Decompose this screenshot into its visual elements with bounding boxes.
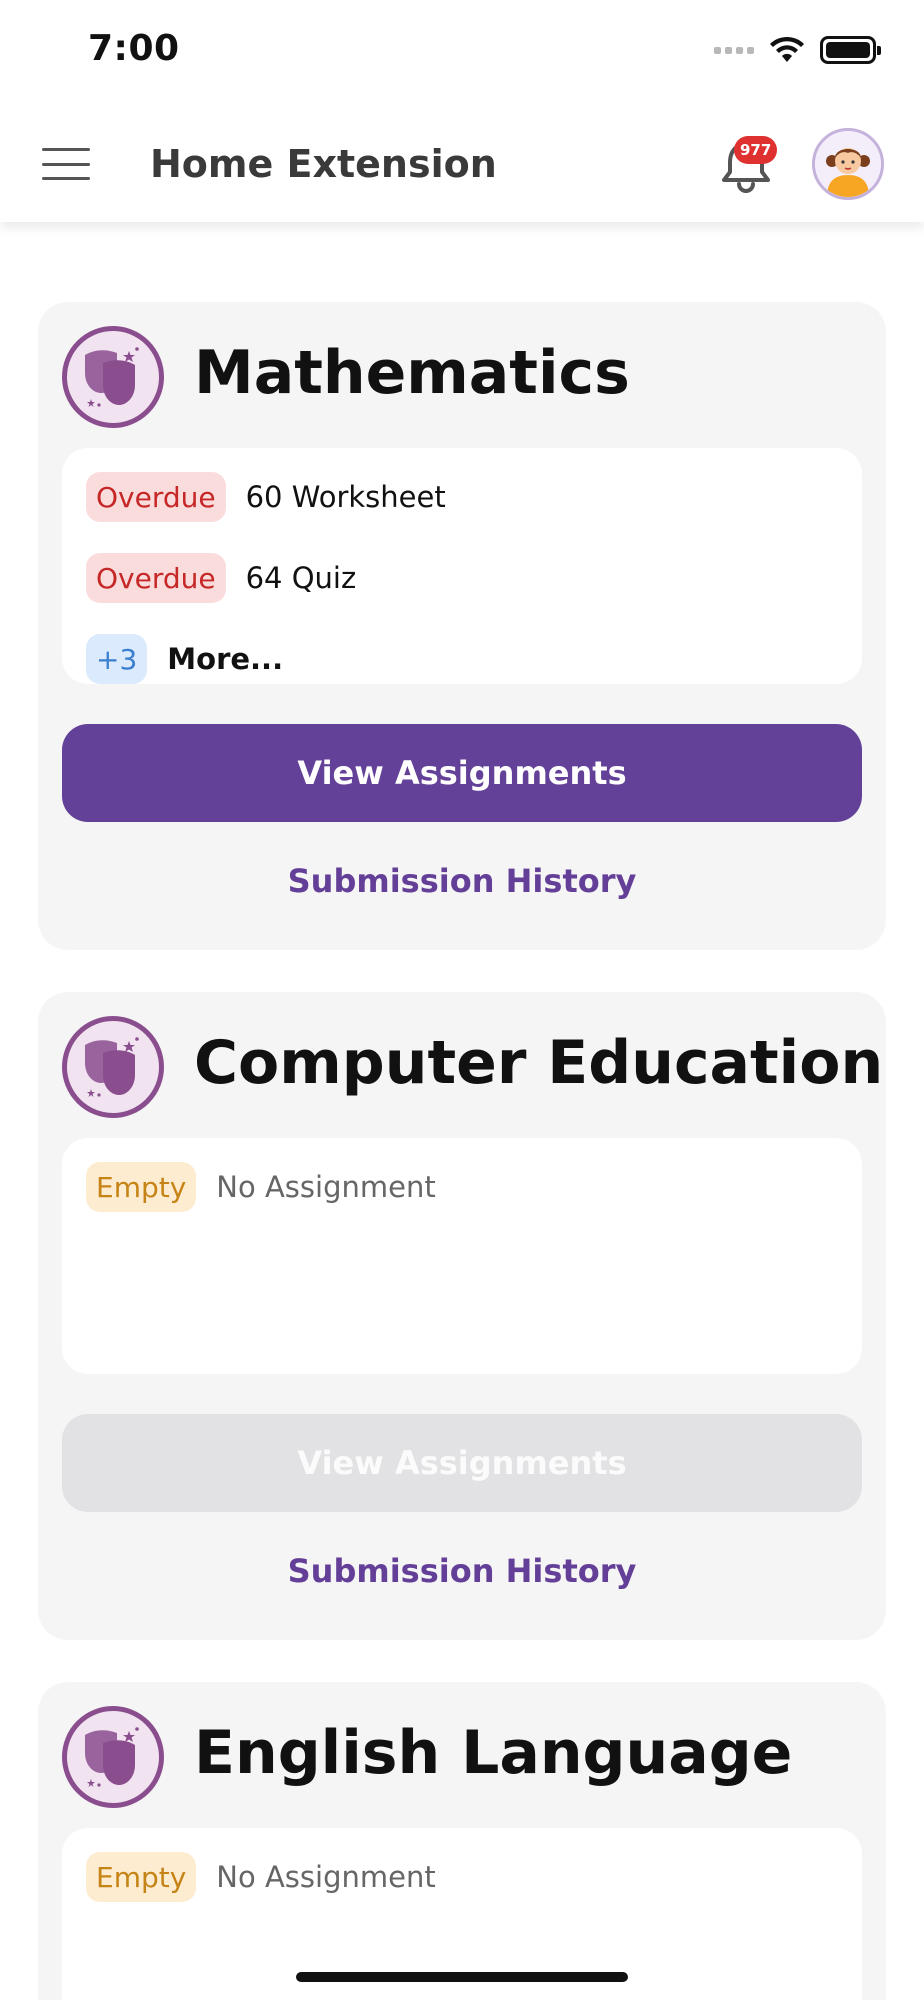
subject-title: English Language: [194, 1718, 793, 1788]
status-bar: 7:00: [0, 0, 924, 100]
status-badge: Empty: [86, 1852, 197, 1902]
subject-icon: [62, 1016, 164, 1118]
view-assignments-button[interactable]: View Assignments: [62, 724, 862, 822]
assignment-name: No Assignment: [216, 1170, 436, 1204]
page-title: Home Extension: [150, 142, 497, 186]
avatar[interactable]: [812, 128, 884, 200]
list-item[interactable]: Overdue 60 Worksheet: [86, 472, 446, 522]
theater-masks-icon: [85, 1727, 139, 1787]
status-badge: Empty: [86, 1162, 197, 1212]
assignment-name: No Assignment: [216, 1860, 436, 1894]
app-header: Home Extension 977: [0, 100, 924, 222]
theater-masks-icon: [85, 347, 139, 407]
subject-card-english-language: English Language Empty No Assignment: [38, 1682, 886, 2000]
subject-icon: [62, 1706, 164, 1808]
submission-history-link[interactable]: Submission History: [62, 862, 862, 900]
list-item: Empty No Assignment: [86, 1162, 436, 1212]
status-icons: [714, 34, 881, 66]
avatar-girl-icon: [815, 131, 881, 197]
list-item[interactable]: Overdue 64 Quiz: [86, 553, 356, 603]
more-label: More...: [167, 642, 284, 676]
submission-history-link[interactable]: Submission History: [62, 1552, 862, 1590]
theater-masks-icon: [85, 1037, 139, 1097]
assignment-list: Overdue 60 Worksheet Overdue 64 Quiz +3 …: [62, 448, 862, 684]
view-assignments-button[interactable]: View Assignments: [62, 1414, 862, 1512]
more-count-badge: +3: [86, 634, 148, 684]
subject-card-mathematics: Mathematics Overdue 60 Worksheet Overdue…: [38, 302, 886, 950]
assignment-list: Empty No Assignment: [62, 1138, 862, 1374]
wifi-icon: [770, 36, 804, 62]
subject-icon: [62, 326, 164, 428]
list-item: Empty No Assignment: [86, 1852, 436, 1902]
more-item[interactable]: +3 More...: [86, 634, 283, 684]
subject-title: Mathematics: [194, 338, 630, 408]
cellular-signal-icon: [714, 46, 754, 54]
subject-card-computer-education: Computer Education Empty No Assignment V…: [38, 992, 886, 1640]
subject-title: Computer Education: [194, 1028, 884, 1098]
assignment-name: 60 Worksheet: [245, 480, 446, 514]
notification-count-badge: 977: [734, 136, 778, 164]
status-time: 7:00: [88, 28, 180, 69]
battery-icon: [820, 36, 881, 64]
assignment-name: 64 Quiz: [245, 561, 357, 595]
status-badge: Overdue: [86, 472, 226, 522]
status-badge: Overdue: [86, 553, 226, 603]
menu-icon[interactable]: [42, 148, 90, 180]
home-indicator: [296, 1972, 628, 1982]
